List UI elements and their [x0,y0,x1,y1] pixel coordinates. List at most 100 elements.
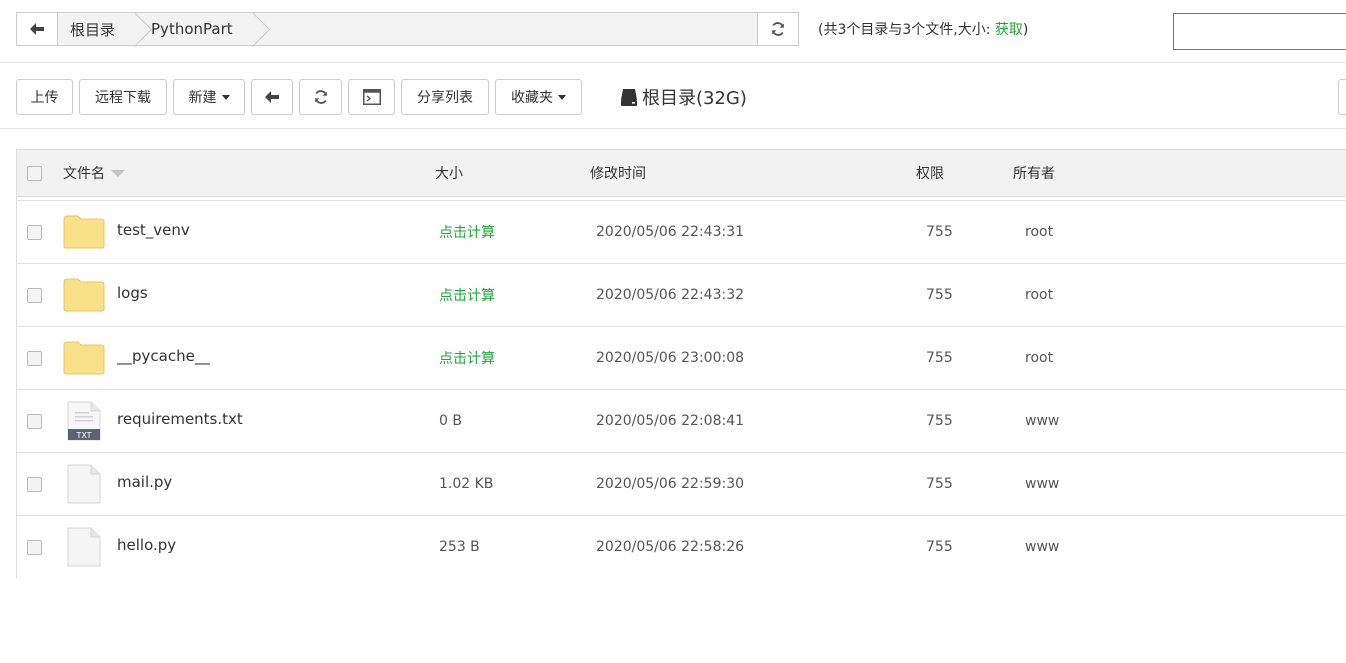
calculate-size-link[interactable]: 点击计算 [439,285,495,305]
table-row[interactable]: TXT requirements.txt 0 B 2020/05/06 22:0… [17,389,1346,452]
owner-cell: root [1025,201,1053,263]
mtime-value: 2020/05/06 22:58:26 [596,539,745,555]
file-name[interactable]: logs [117,284,148,302]
toolbar-right-button[interactable] [1338,79,1346,115]
file-name[interactable]: test_venv [117,221,190,239]
terminal-button[interactable] [348,79,395,115]
folder-icon[interactable] [63,264,105,326]
header-name[interactable]: 文件名 [63,150,125,196]
breadcrumb-pythonpart[interactable]: PythonPart [141,13,259,45]
folder-icon [63,215,105,249]
mtime-value: 2020/05/06 22:59:30 [596,476,745,492]
perm-cell: 755 [926,453,953,515]
perm-value[interactable]: 755 [926,224,953,240]
size-cell: 0 B [439,390,462,452]
hard-drive-icon [621,88,637,106]
perm-cell: 755 [926,264,953,326]
new-dropdown-button[interactable]: 新建 [173,79,245,115]
path-refresh-button[interactable] [757,13,798,45]
owner-value[interactable]: www [1025,476,1059,492]
row-checkbox[interactable] [27,476,42,492]
owner-value[interactable]: root [1025,350,1053,366]
folder-icon[interactable] [63,327,105,389]
file-icon [67,527,101,567]
upload-button[interactable]: 上传 [16,79,73,115]
path-bar: 根目录 PythonPart [16,12,799,46]
header-mtime-label: 修改时间 [590,166,646,182]
path-back-button[interactable] [17,13,58,45]
table-row[interactable]: hello.py 253 B 2020/05/06 22:58:26 755 w… [17,515,1346,578]
txt-file-icon[interactable]: TXT [67,390,101,452]
perm-value[interactable]: 755 [926,350,953,366]
file-icon[interactable] [67,516,101,578]
owner-value[interactable]: www [1025,539,1059,555]
file-name[interactable]: hello.py [117,536,176,554]
row-checkbox[interactable] [27,539,42,555]
txt-file-icon: TXT [67,401,101,441]
back-button[interactable] [251,79,293,115]
mtime-cell: 2020/05/06 22:43:31 [596,201,744,263]
share-list-button[interactable]: 分享列表 [401,79,489,115]
get-size-link[interactable]: 获取 [995,22,1023,38]
file-name[interactable]: requirements.txt [117,410,243,428]
summary-close: ) [1022,22,1029,38]
refresh-icon [772,22,784,36]
owner-value[interactable]: root [1025,287,1053,303]
perm-value[interactable]: 755 [926,539,953,555]
favorites-dropdown-button[interactable]: 收藏夹 [495,79,582,115]
size-value: 253 B [439,539,480,555]
row-checkbox[interactable] [27,287,42,303]
header-perm[interactable]: 权限 [916,150,944,196]
row-select-cell [27,327,42,389]
table-row[interactable]: __pycache__ 点击计算 2020/05/06 23:00:08 755… [17,326,1346,389]
size-cell: 点击计算 [439,327,495,389]
row-checkbox[interactable] [27,224,42,240]
owner-value[interactable]: root [1025,224,1053,240]
file-name[interactable]: mail.py [117,473,172,491]
perm-cell: 755 [926,327,953,389]
refresh-icon [314,90,327,104]
owner-cell: root [1025,327,1053,389]
select-all-checkbox[interactable] [27,165,42,181]
arrow-left-icon [30,23,44,35]
header-mtime[interactable]: 修改时间 [590,150,646,196]
size-cell: 253 B [439,516,480,578]
header-owner-label: 所有者 [1013,166,1055,182]
file-icon[interactable] [67,453,101,515]
breadcrumb-root[interactable]: 根目录 [58,13,141,45]
folder-icon[interactable] [63,201,105,263]
table-row[interactable]: logs 点击计算 2020/05/06 22:43:32 755 root [17,263,1346,326]
row-checkbox[interactable] [27,350,42,366]
select-all-cell [27,150,42,196]
path-input-area[interactable] [259,13,757,45]
remote-download-button[interactable]: 远程下载 [79,79,167,115]
file-name[interactable]: __pycache__ [117,347,210,365]
perm-value[interactable]: 755 [926,413,953,429]
perm-cell: 755 [926,516,953,578]
perm-value[interactable]: 755 [926,287,953,303]
mtime-value: 2020/05/06 22:43:31 [596,224,745,240]
header-name-label: 文件名 [63,166,105,182]
search-input[interactable] [1173,13,1346,50]
mtime-value: 2020/05/06 23:00:08 [596,350,745,366]
table-row[interactable]: mail.py 1.02 KB 2020/05/06 22:59:30 755 … [17,452,1346,515]
calculate-size-link[interactable]: 点击计算 [439,222,495,242]
refresh-button[interactable] [299,79,342,115]
header-owner[interactable]: 所有者 [1013,150,1055,196]
table-row[interactable]: test_venv 点击计算 2020/05/06 22:43:31 755 r… [17,200,1346,263]
mtime-cell: 2020/05/06 22:08:41 [596,390,744,452]
perm-value[interactable]: 755 [926,476,953,492]
new-label: 新建 [188,90,217,106]
file-name-cell: hello.py [117,516,176,578]
disk-selector[interactable]: 根目录(32G) [620,84,747,110]
mtime-cell: 2020/05/06 22:43:32 [596,264,744,326]
calculate-size-link[interactable]: 点击计算 [439,348,495,368]
breadcrumb-label: PythonPart [151,20,233,38]
owner-value[interactable]: www [1025,413,1059,429]
header-size[interactable]: 大小 [435,150,463,196]
breadcrumb-label: 根目录 [70,20,116,39]
row-checkbox[interactable] [27,413,42,429]
perm-cell: 755 [926,201,953,263]
owner-cell: root [1025,264,1053,326]
size-cell: 点击计算 [439,264,495,326]
